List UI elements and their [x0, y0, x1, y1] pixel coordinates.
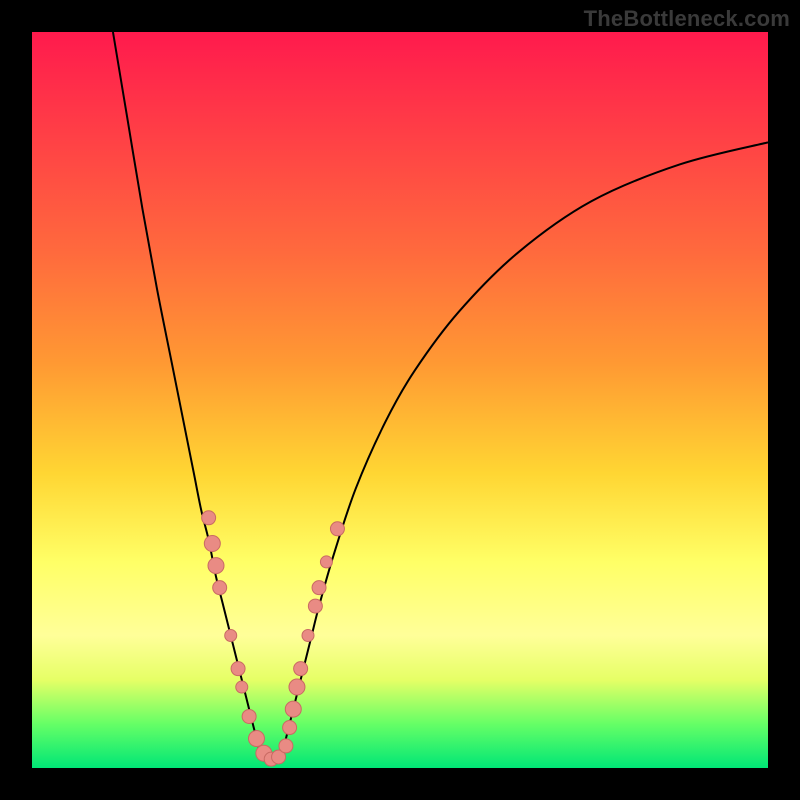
- data-markers: [202, 511, 345, 766]
- data-marker: [204, 536, 220, 552]
- data-marker: [248, 731, 264, 747]
- data-marker: [208, 558, 224, 574]
- data-marker: [294, 662, 308, 676]
- data-marker: [308, 599, 322, 613]
- data-marker: [231, 662, 245, 676]
- data-marker: [302, 630, 314, 642]
- data-marker: [236, 681, 248, 693]
- data-marker: [279, 739, 293, 753]
- watermark-text: TheBottleneck.com: [584, 6, 790, 32]
- curve-left: [113, 32, 260, 753]
- data-marker: [312, 581, 326, 595]
- data-marker: [289, 679, 305, 695]
- data-marker: [285, 701, 301, 717]
- data-marker: [202, 511, 216, 525]
- data-marker: [330, 522, 344, 536]
- chart-svg: [32, 32, 768, 768]
- data-marker: [320, 556, 332, 568]
- data-marker: [242, 709, 256, 723]
- data-marker: [225, 630, 237, 642]
- curve-right: [282, 142, 768, 753]
- chart-frame: TheBottleneck.com: [0, 0, 800, 800]
- data-marker: [283, 721, 297, 735]
- data-marker: [213, 581, 227, 595]
